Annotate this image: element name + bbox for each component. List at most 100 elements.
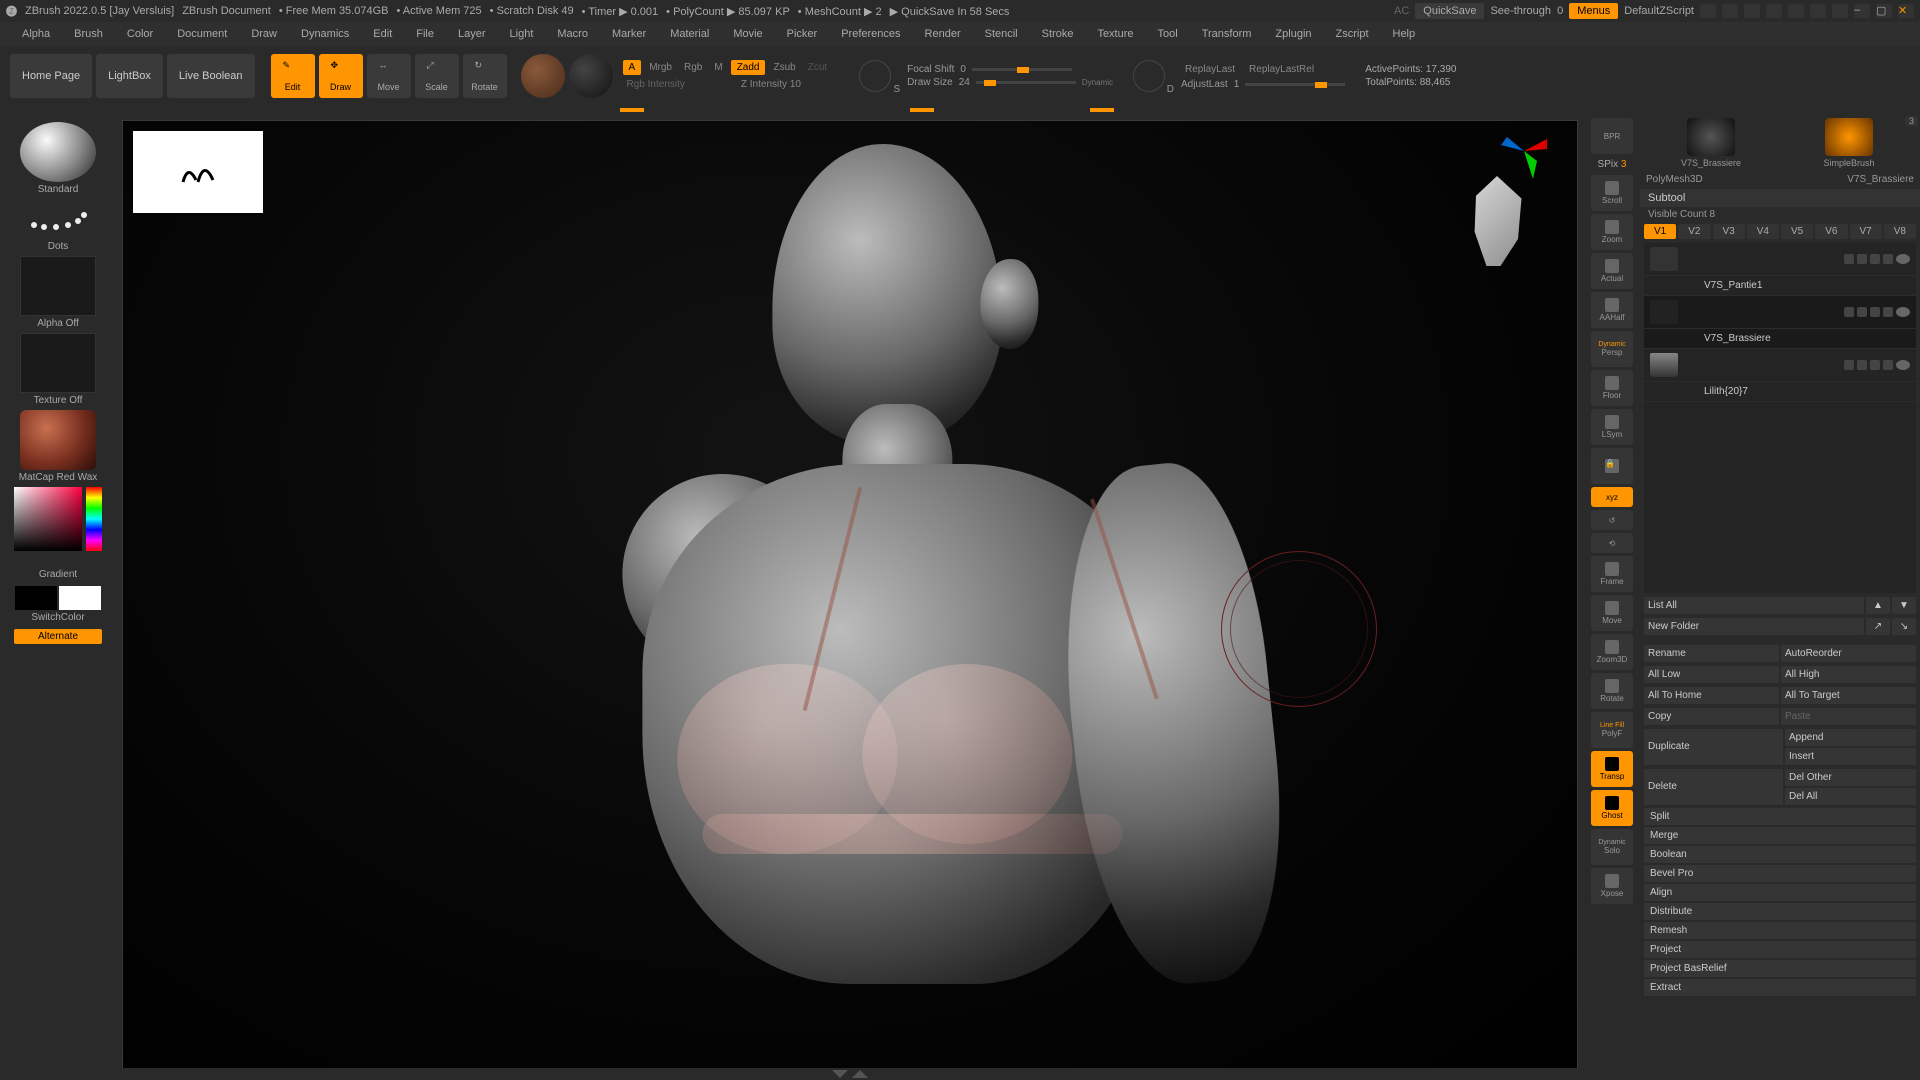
- up-arrow-icon[interactable]: ▲: [1866, 597, 1890, 614]
- extract-button[interactable]: Extract: [1644, 979, 1916, 996]
- aahalf-button[interactable]: AAHalf: [1591, 292, 1633, 328]
- lsym-button[interactable]: LSym: [1591, 409, 1633, 445]
- alternate-button[interactable]: Alternate: [14, 629, 102, 644]
- rename-button[interactable]: Rename: [1644, 645, 1779, 662]
- menu-material[interactable]: Material: [660, 25, 719, 43]
- persp-button[interactable]: DynamicPersp: [1591, 331, 1633, 367]
- focal-shift-slider[interactable]: Focal Shift 0: [907, 64, 1113, 75]
- texture-thumbnail[interactable]: [20, 333, 96, 393]
- menu-tool[interactable]: Tool: [1148, 25, 1188, 43]
- frame-button[interactable]: Frame: [1591, 556, 1633, 592]
- menu-alpha[interactable]: Alpha: [12, 25, 60, 43]
- window-icon[interactable]: [1744, 4, 1760, 18]
- subtool-row[interactable]: [1644, 349, 1916, 382]
- window-icon[interactable]: [1832, 4, 1848, 18]
- swatch-white[interactable]: [59, 586, 101, 610]
- vtab-4[interactable]: V4: [1747, 224, 1779, 239]
- autoreorder-button[interactable]: AutoReorder: [1781, 645, 1916, 662]
- cam-head-gizmo[interactable]: [1462, 176, 1532, 266]
- solo-button[interactable]: DynamicSolo: [1591, 829, 1633, 865]
- s-curve-icon[interactable]: S: [859, 60, 891, 92]
- ghost-button[interactable]: Ghost: [1591, 790, 1633, 826]
- stroke-thumbnail[interactable]: [20, 199, 96, 239]
- lightbox-button[interactable]: LightBox: [96, 54, 163, 98]
- close-icon[interactable]: ✕: [1898, 4, 1914, 18]
- all-to-home-button[interactable]: All To Home: [1644, 687, 1779, 704]
- distribute-button[interactable]: Distribute: [1644, 903, 1916, 920]
- edit-mode-button[interactable]: ✎Edit: [271, 54, 315, 98]
- floor-button[interactable]: Floor: [1591, 370, 1633, 406]
- menu-picker[interactable]: Picker: [777, 25, 828, 43]
- all-low-button[interactable]: All Low: [1644, 666, 1779, 683]
- gradient-label[interactable]: Gradient: [39, 569, 77, 580]
- menu-zplugin[interactable]: Zplugin: [1265, 25, 1321, 43]
- polyf-button[interactable]: Line FillPolyF: [1591, 712, 1633, 748]
- remesh-button[interactable]: Remesh: [1644, 922, 1916, 939]
- color-picker[interactable]: [14, 487, 102, 567]
- list-all-button[interactable]: List All: [1644, 597, 1864, 614]
- gizmo-button[interactable]: [521, 54, 565, 98]
- transp-button[interactable]: Transp: [1591, 751, 1633, 787]
- zsub-button[interactable]: Zsub: [769, 60, 799, 75]
- subtool-row[interactable]: Lilith{20}7: [1644, 382, 1916, 402]
- draw-mode-button[interactable]: ✥Draw: [319, 54, 363, 98]
- paste-button[interactable]: Paste: [1781, 708, 1916, 725]
- a-button[interactable]: A: [623, 60, 642, 75]
- append-button[interactable]: Append: [1785, 729, 1916, 746]
- tool-name-label[interactable]: V7S_Brassiere: [1847, 174, 1914, 185]
- split-button[interactable]: Split: [1644, 808, 1916, 825]
- zcut-button[interactable]: Zcut: [804, 60, 831, 75]
- bottom-tray[interactable]: [116, 1068, 1584, 1080]
- vtab-3[interactable]: V3: [1713, 224, 1745, 239]
- quicksave-button[interactable]: QuickSave: [1415, 3, 1484, 19]
- rgb-button[interactable]: Rgb: [680, 60, 706, 75]
- brush-thumbnail[interactable]: [20, 122, 96, 182]
- polymesh-label[interactable]: PolyMesh3D: [1646, 174, 1703, 185]
- merge-button[interactable]: Merge: [1644, 827, 1916, 844]
- window-icon[interactable]: [1700, 4, 1716, 18]
- menu-file[interactable]: File: [406, 25, 444, 43]
- live-boolean-button[interactable]: Live Boolean: [167, 54, 255, 98]
- menu-preferences[interactable]: Preferences: [831, 25, 910, 43]
- menu-stencil[interactable]: Stencil: [975, 25, 1028, 43]
- m-button[interactable]: M: [710, 60, 726, 75]
- alpha-thumbnail[interactable]: [20, 256, 96, 316]
- replay-last-button[interactable]: ReplayLast: [1181, 62, 1239, 77]
- subtool-header[interactable]: Subtool: [1640, 189, 1920, 207]
- subtool-row[interactable]: V7S_Pantie1: [1644, 276, 1916, 296]
- tool-thumb-1[interactable]: V7S_Brassiere: [1644, 118, 1778, 168]
- move-up-icon[interactable]: ↗: [1866, 618, 1890, 635]
- zadd-button[interactable]: Zadd: [731, 60, 766, 75]
- sculptris-button[interactable]: [569, 54, 613, 98]
- subtool-row[interactable]: [1644, 296, 1916, 329]
- duplicate-button[interactable]: Duplicate: [1644, 729, 1783, 765]
- maximize-icon[interactable]: ▢: [1876, 4, 1892, 18]
- menu-color[interactable]: Color: [117, 25, 163, 43]
- subtool-row[interactable]: V7S_Brassiere: [1644, 329, 1916, 349]
- scroll-button[interactable]: Scroll: [1591, 175, 1633, 211]
- d-curve-icon[interactable]: D: [1133, 60, 1165, 92]
- tray-handle-icon[interactable]: [832, 1070, 848, 1078]
- del-all-button[interactable]: Del All: [1785, 788, 1916, 805]
- minimize-icon[interactable]: –: [1854, 4, 1870, 18]
- menu-dynamics[interactable]: Dynamics: [291, 25, 359, 43]
- menu-layer[interactable]: Layer: [448, 25, 496, 43]
- menu-stroke[interactable]: Stroke: [1032, 25, 1084, 43]
- menu-render[interactable]: Render: [915, 25, 971, 43]
- zoom3d-button[interactable]: Zoom3D: [1591, 634, 1633, 670]
- menu-edit[interactable]: Edit: [363, 25, 402, 43]
- move-mode-button[interactable]: ↔Move: [367, 54, 411, 98]
- project-button[interactable]: Project: [1644, 941, 1916, 958]
- menu-help[interactable]: Help: [1383, 25, 1426, 43]
- default-zscript[interactable]: DefaultZScript: [1624, 5, 1694, 17]
- z-intensity-label[interactable]: Z Intensity 10: [737, 77, 805, 92]
- draw-size-slider[interactable]: Draw Size 24Dynamic: [907, 77, 1113, 88]
- menu-brush[interactable]: Brush: [64, 25, 113, 43]
- subtool-row[interactable]: [1644, 243, 1916, 276]
- vtab-5[interactable]: V5: [1781, 224, 1813, 239]
- mrgb-button[interactable]: Mrgb: [645, 60, 676, 75]
- menu-movie[interactable]: Movie: [723, 25, 772, 43]
- boolean-button[interactable]: Boolean: [1644, 846, 1916, 863]
- window-icon[interactable]: [1766, 4, 1782, 18]
- spix-label[interactable]: SPix 3: [1596, 157, 1629, 172]
